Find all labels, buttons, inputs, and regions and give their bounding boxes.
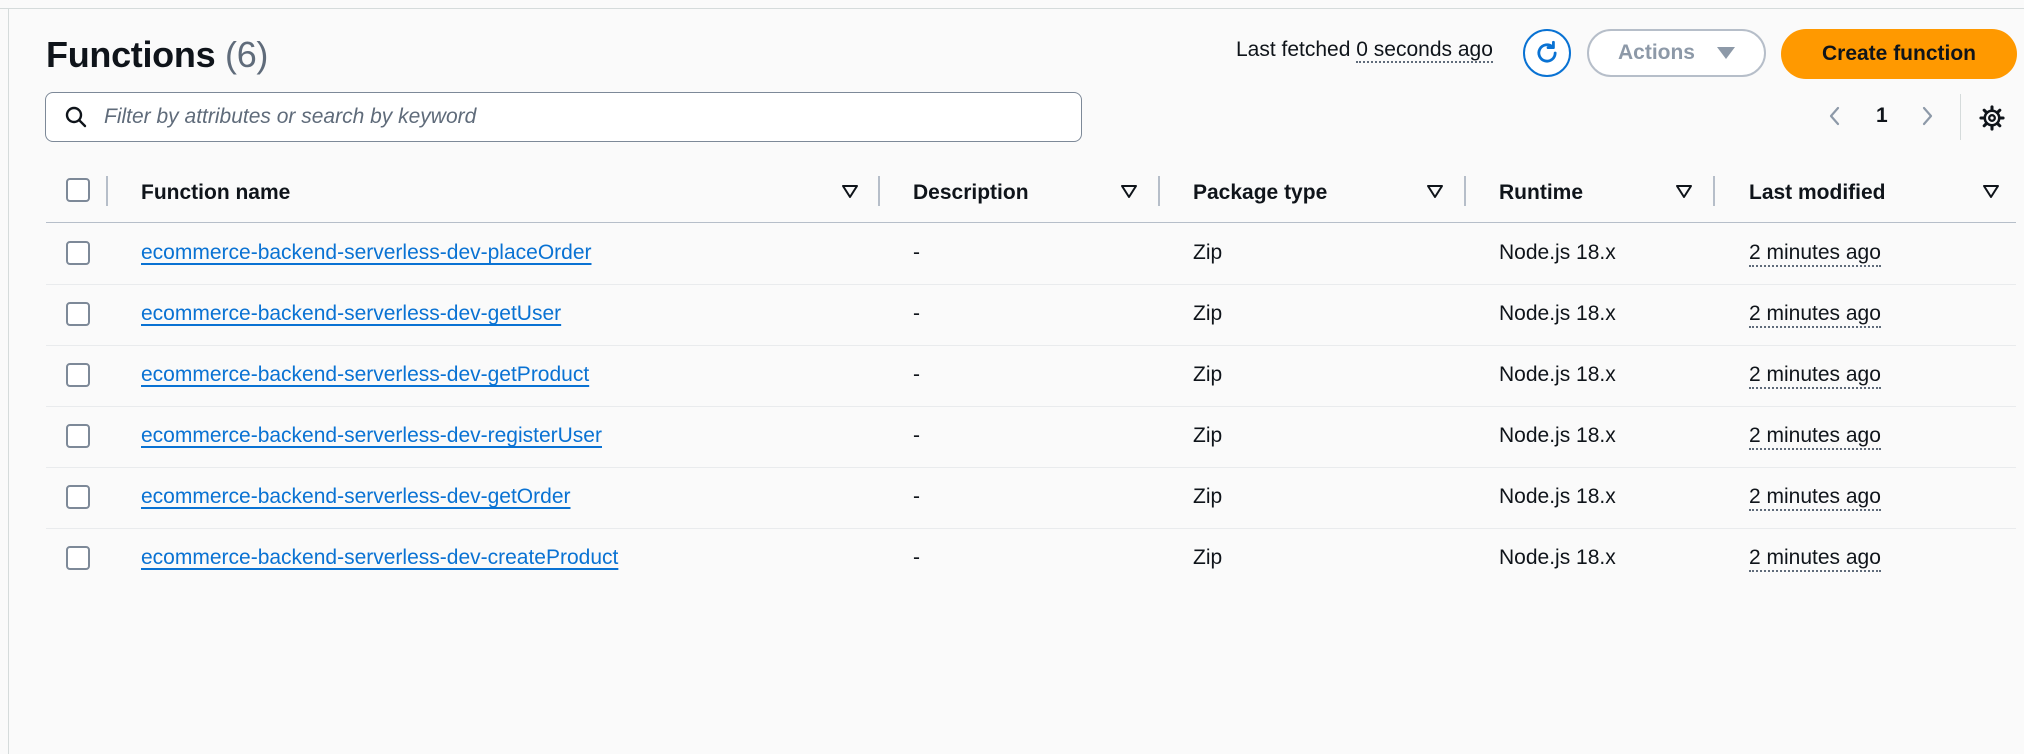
title-text: Functions [46,34,216,75]
table-header: Function name Description Package type R… [46,170,2016,223]
last-modified-cell[interactable]: 2 minutes ago [1749,363,1881,389]
function-name-link[interactable]: ecommerce-backend-serverless-dev-registe… [141,424,602,448]
description-cell: - [913,363,920,386]
package-type-cell: Zip [1193,546,1223,569]
chevron-left-icon[interactable] [1826,104,1844,133]
caret-down-icon [1717,47,1735,59]
refresh-button[interactable] [1523,29,1571,77]
package-type-cell: Zip [1193,424,1223,447]
description-cell: - [913,546,920,569]
row-checkbox[interactable] [66,424,90,448]
function-name-link[interactable]: ecommerce-backend-serverless-dev-placeOr… [141,241,592,265]
last-modified-cell[interactable]: 2 minutes ago [1749,302,1881,328]
table-row: ecommerce-backend-serverless-dev-registe… [46,406,2016,468]
gear-icon[interactable] [1978,104,2006,137]
pager-divider [1960,94,1961,140]
left-divider [8,8,9,754]
table-row: ecommerce-backend-serverless-dev-getUser… [46,284,2016,346]
runtime-cell: Node.js 18.x [1499,302,1616,325]
page-number[interactable]: 1 [1876,104,1888,128]
top-divider [0,8,2024,9]
last-fetched: Last fetched 0 seconds ago [1236,38,1493,63]
last-modified-cell[interactable]: 2 minutes ago [1749,241,1881,267]
last-modified-cell[interactable]: 2 minutes ago [1749,546,1881,572]
last-fetched-value[interactable]: 0 seconds ago [1356,38,1493,63]
package-type-cell: Zip [1193,485,1223,508]
actions-dropdown-button[interactable]: Actions [1587,29,1766,77]
row-checkbox[interactable] [66,546,90,570]
last-fetched-label: Last fetched [1236,38,1351,61]
column-divider[interactable] [1464,176,1466,206]
column-header-description[interactable]: Description [913,181,1029,205]
function-name-link[interactable]: ecommerce-backend-serverless-dev-createP… [141,546,618,570]
sort-caret-icon[interactable] [1982,184,2000,200]
column-divider[interactable] [878,176,880,206]
column-header-function-name[interactable]: Function name [141,181,290,205]
actions-label: Actions [1617,41,1695,64]
runtime-cell: Node.js 18.x [1499,546,1616,569]
column-header-last-modified[interactable]: Last modified [1749,181,1886,205]
table-row: ecommerce-backend-serverless-dev-getProd… [46,345,2016,407]
functions-count: (6) [225,34,269,75]
column-divider[interactable] [1158,176,1160,206]
column-header-runtime[interactable]: Runtime [1499,181,1583,205]
column-header-package-type[interactable]: Package type [1193,181,1327,205]
description-cell: - [913,302,920,325]
package-type-cell: Zip [1193,363,1223,386]
search-icon [64,105,88,129]
runtime-cell: Node.js 18.x [1499,485,1616,508]
description-cell: - [913,424,920,447]
runtime-cell: Node.js 18.x [1499,424,1616,447]
description-cell: - [913,485,920,508]
search-input[interactable] [102,104,1081,130]
row-checkbox[interactable] [66,485,90,509]
description-cell: - [913,241,920,264]
package-type-cell: Zip [1193,241,1223,264]
function-name-link[interactable]: ecommerce-backend-serverless-dev-getUser [141,302,561,326]
search-bar[interactable] [45,92,1082,142]
runtime-cell: Node.js 18.x [1499,363,1616,386]
package-type-cell: Zip [1193,302,1223,325]
table-row: ecommerce-backend-serverless-dev-createP… [46,528,2016,589]
row-checkbox[interactable] [66,302,90,326]
table-row: ecommerce-backend-serverless-dev-placeOr… [46,223,2016,285]
sort-caret-icon[interactable] [1120,184,1138,200]
chevron-right-icon[interactable] [1918,104,1936,133]
page-title: Functions (6) [46,34,268,76]
sort-caret-icon[interactable] [1675,184,1693,200]
sort-caret-icon[interactable] [841,184,859,200]
row-checkbox[interactable] [66,241,90,265]
function-name-link[interactable]: ecommerce-backend-serverless-dev-getProd… [141,363,589,387]
last-modified-cell[interactable]: 2 minutes ago [1749,424,1881,450]
column-divider[interactable] [1713,176,1715,206]
select-all-checkbox[interactable] [66,178,90,202]
table-row: ecommerce-backend-serverless-dev-getOrde… [46,467,2016,529]
column-divider [106,176,108,206]
sort-caret-icon[interactable] [1426,184,1444,200]
function-name-link[interactable]: ecommerce-backend-serverless-dev-getOrde… [141,485,571,509]
refresh-icon [1537,40,1557,63]
create-function-button[interactable]: Create function [1781,29,2017,79]
row-checkbox[interactable] [66,363,90,387]
runtime-cell: Node.js 18.x [1499,241,1616,264]
last-modified-cell[interactable]: 2 minutes ago [1749,485,1881,511]
